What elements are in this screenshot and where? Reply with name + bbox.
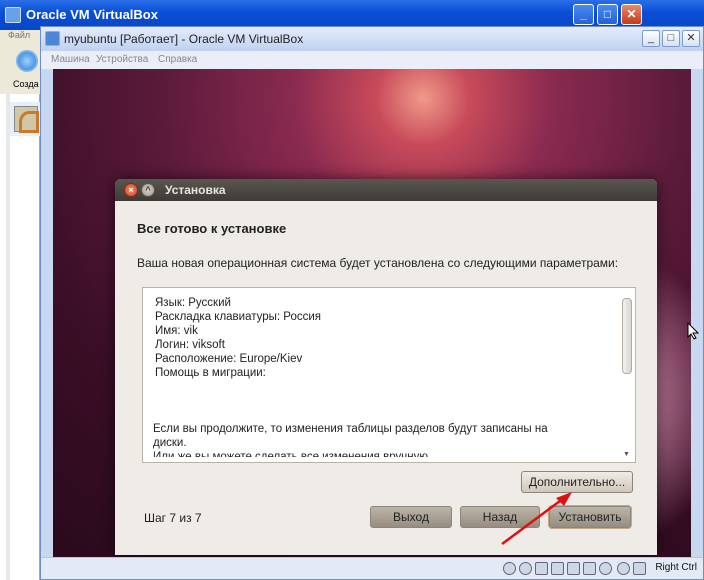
usb-icon[interactable]	[535, 562, 548, 575]
guest-desktop: × ^ Установка Все готово к установке Ваш…	[53, 69, 691, 557]
virtualbox-icon	[5, 7, 21, 23]
vm-title-bar: myubuntu [Работает] - Oracle VM VirtualB…	[41, 27, 703, 51]
outer-maximize-button[interactable]: □	[597, 4, 618, 25]
installer-title-bar: × ^ Установка	[115, 179, 657, 201]
summary-line: Расположение: Europe/Kiev	[155, 353, 303, 365]
keyboard-capture-icon[interactable]	[633, 562, 646, 575]
summary-footer: Если вы продолжите, то изменения таблицы…	[153, 422, 613, 457]
optical-drive-icon[interactable]	[519, 562, 532, 575]
quit-button[interactable]: Выход	[370, 506, 452, 528]
vm-window-icon	[45, 31, 60, 46]
shared-folders-icon[interactable]	[551, 562, 564, 575]
summary-line: Раскладка клавиатуры: Россия	[155, 311, 322, 323]
mouse-integration-icon[interactable]	[599, 562, 612, 575]
red-annotation-arrow	[501, 492, 572, 546]
vm-list-divider	[6, 94, 10, 580]
installer-title: Установка	[165, 183, 226, 197]
summary-footer-line: диски.	[153, 437, 187, 449]
vm-menu-bar: Машина Устройства Справка	[41, 51, 703, 69]
vm-maximize-button[interactable]: □	[662, 30, 680, 47]
maximize-icon[interactable]: ^	[141, 183, 155, 197]
create-vm-icon[interactable]	[16, 50, 38, 72]
summary-line: Логин: viksoft	[155, 339, 225, 351]
summary-scrollbar[interactable]: ▼	[621, 292, 633, 458]
vm-window-title: myubuntu [Работает] - Oracle VM VirtualB…	[64, 32, 304, 46]
outer-vm-list	[0, 94, 40, 580]
display-icon[interactable]	[583, 562, 596, 575]
install-summary-box[interactable]: Язык: Русский Раскладка клавиатуры: Росс…	[142, 287, 636, 463]
cpu-virtualization-icon[interactable]	[617, 562, 630, 575]
outer-minimize-button[interactable]: _	[573, 4, 594, 25]
outer-toolbar: Созда	[0, 44, 40, 94]
vm-minimize-button[interactable]: _	[642, 30, 660, 47]
mouse-cursor-icon	[687, 322, 699, 340]
ubuntu-vm-icon[interactable]	[14, 106, 39, 133]
step-indicator: Шаг 7 из 7	[144, 511, 202, 525]
network-icon[interactable]	[567, 562, 580, 575]
menu-machine[interactable]: Машина	[51, 54, 90, 65]
summary-settings: Язык: Русский Раскладка клавиатуры: Росс…	[155, 296, 321, 380]
installer-heading: Все готово к установке	[137, 221, 287, 236]
vm-window: myubuntu [Работает] - Oracle VM VirtualB…	[40, 26, 704, 580]
vm-close-button[interactable]: ✕	[682, 30, 700, 47]
create-vm-label[interactable]: Созда	[13, 79, 39, 89]
vm-status-bar: Right Ctrl	[41, 557, 703, 579]
close-icon[interactable]: ×	[124, 183, 138, 197]
summary-footer-line: Или же вы можете сделать все изменения в…	[153, 451, 432, 457]
menu-devices[interactable]: Устройства	[96, 54, 148, 65]
summary-line: Помощь в миграции:	[155, 367, 266, 379]
summary-footer-line: Если вы продолжите, то изменения таблицы…	[153, 423, 548, 435]
host-key-label: Right Ctrl	[655, 562, 697, 573]
summary-line: Имя: vik	[155, 325, 198, 337]
hard-disk-icon[interactable]	[503, 562, 516, 575]
menu-help[interactable]: Справка	[158, 54, 197, 65]
installer-description: Ваша новая операционная система будет ус…	[137, 256, 619, 270]
scroll-down-icon[interactable]: ▼	[623, 451, 630, 458]
outer-window-title: Oracle VM VirtualBox	[26, 7, 158, 22]
summary-line: Язык: Русский	[155, 297, 231, 309]
outer-close-button[interactable]: ✕	[621, 4, 642, 25]
outer-menu-file[interactable]: Файл	[0, 30, 40, 44]
scrollbar-thumb[interactable]	[622, 298, 632, 374]
